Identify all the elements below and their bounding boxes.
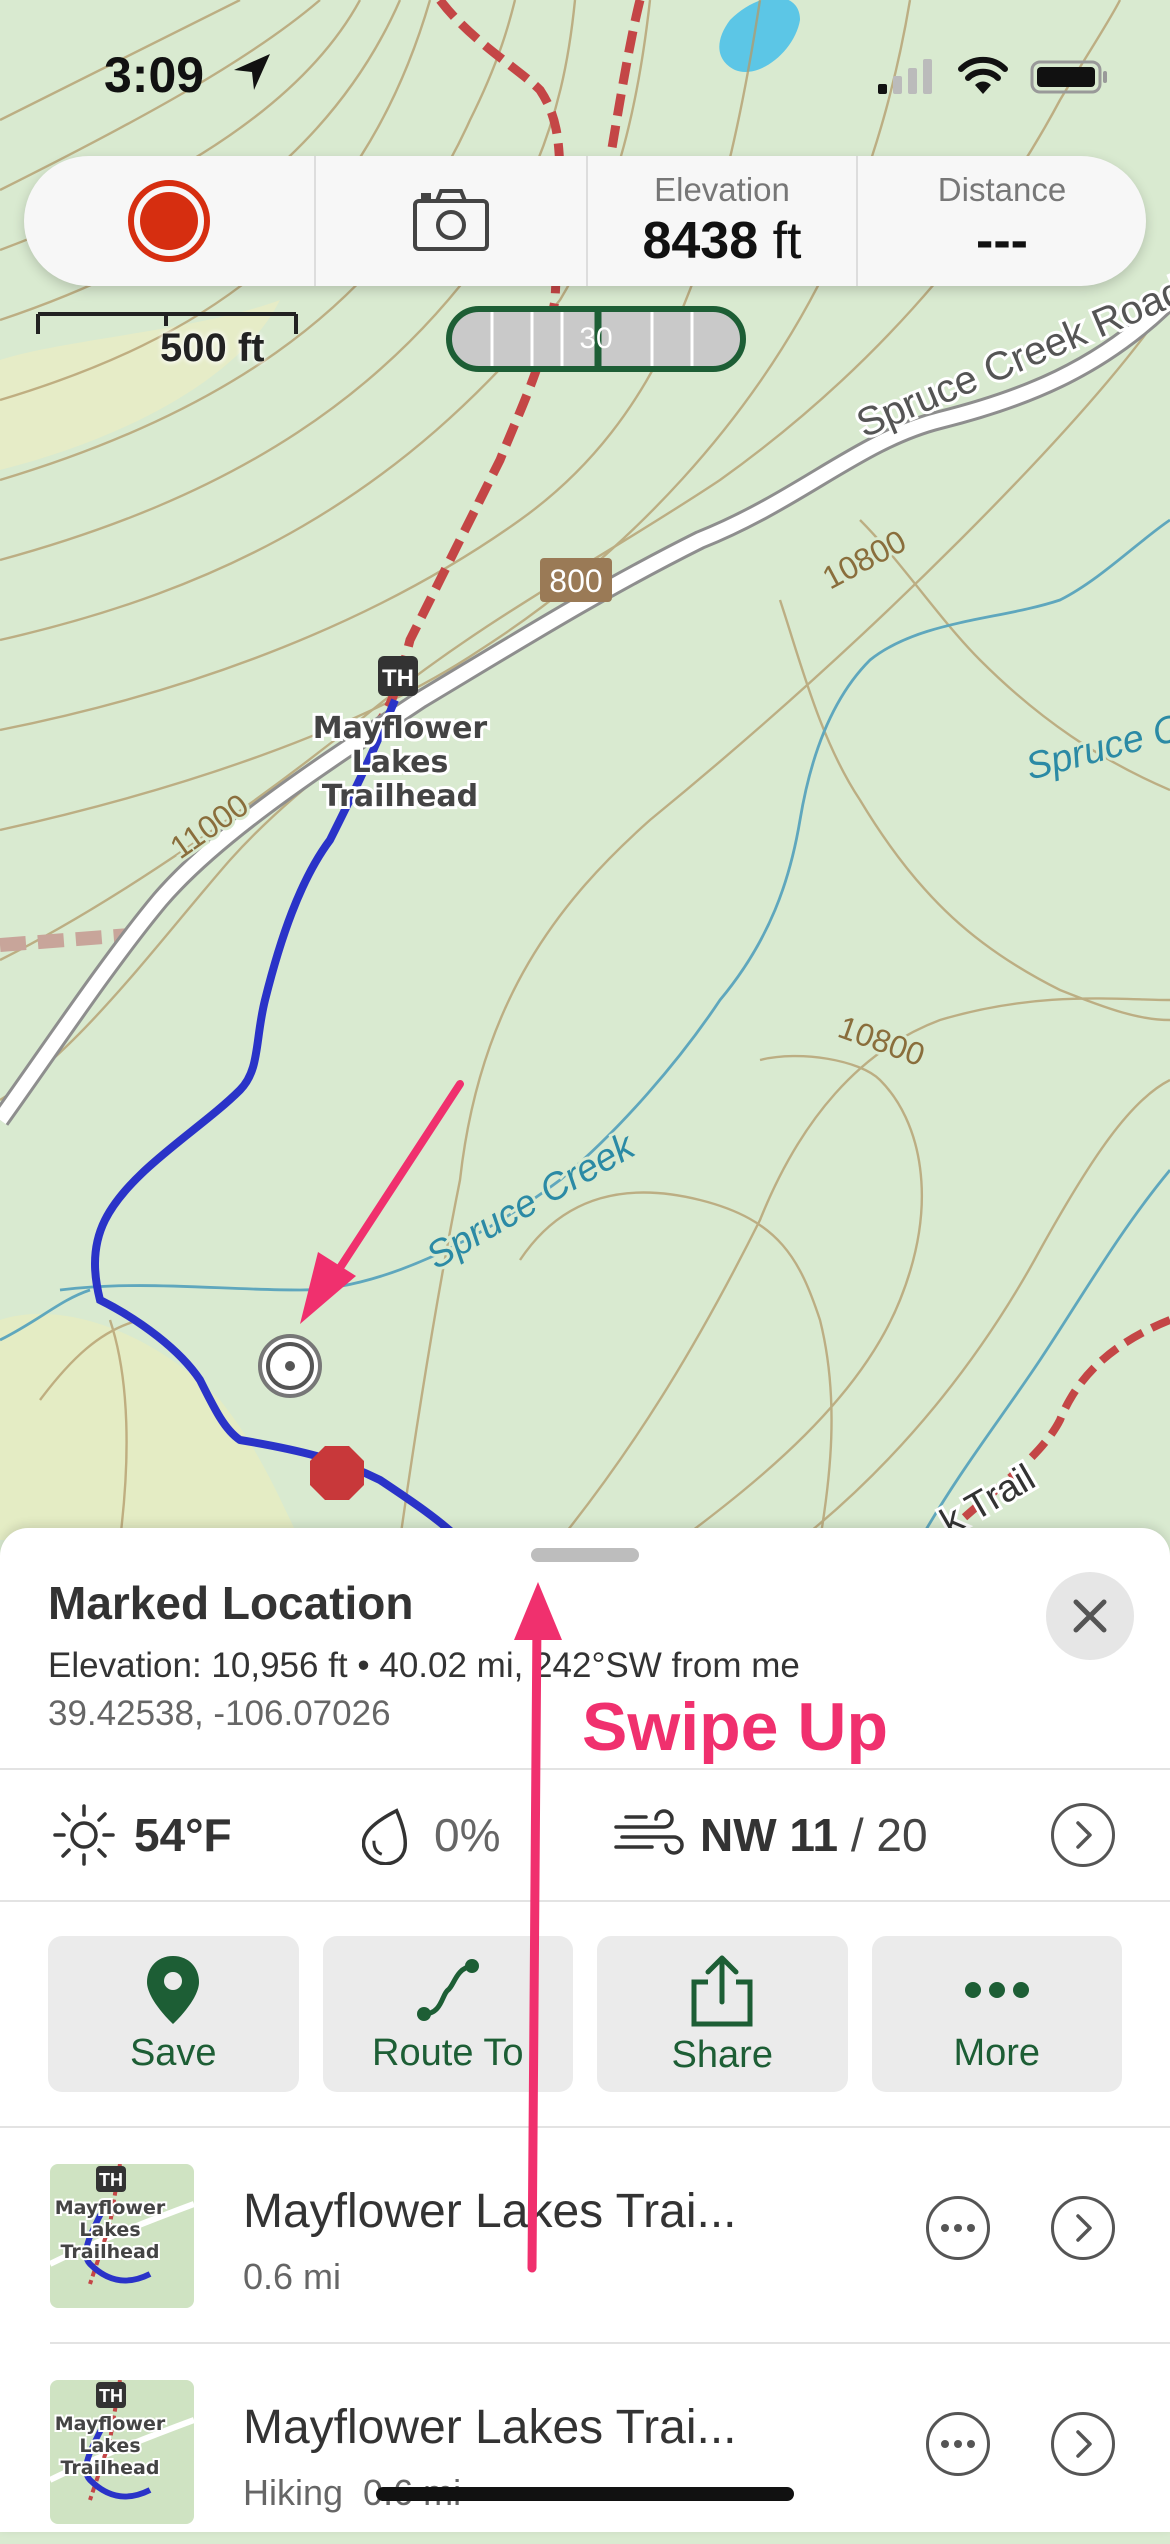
battery-icon (1030, 60, 1107, 94)
wifi-icon (958, 56, 1008, 94)
pin-icon (147, 1955, 200, 2024)
record-icon (128, 180, 210, 262)
chevron-right-icon (1076, 2214, 1092, 2242)
sheet-grabber[interactable] (531, 1548, 639, 1562)
share-icon (691, 1955, 753, 2026)
distance-label: Distance (937, 171, 1067, 208)
trailhead-name-line-2: Lakes (352, 745, 449, 780)
thumb-name-line-3: Trailhead (61, 2241, 160, 2263)
distance-value: --- (976, 212, 1028, 270)
status-bar: 3:09 (0, 0, 1170, 150)
result-subtitle: 0.6 mi (243, 2256, 342, 2297)
thumb-name-line-2: Lakes (79, 2435, 140, 2457)
thumb-name-line-1: Mayflower (55, 2413, 166, 2435)
road-number-badge: 800 (540, 558, 612, 602)
chevron-right-icon (1076, 1821, 1092, 1849)
result-title: Mayflower Lakes Trai... (243, 2185, 737, 2238)
thumb-badge: TH (99, 2170, 123, 2190)
temperature: 54°F (134, 1809, 232, 1861)
coordinates[interactable]: 39.42538, -106.07026 (48, 1694, 391, 1734)
wind-gust: / 20 (838, 1809, 928, 1861)
route-to-label: Route To (372, 2031, 524, 2074)
record-button[interactable] (24, 156, 316, 286)
more-label: More (953, 2031, 1041, 2074)
list-item[interactable]: TH Mayflower Lakes Trailhead Mayflower L… (0, 2128, 1170, 2328)
weather-row[interactable]: 54°F 0% NW 11 / 20 (0, 1770, 1170, 1900)
share-label: Share (671, 2033, 773, 2076)
trailhead-thumbnail: TH Mayflower Lakes Trailhead (50, 2164, 194, 2308)
wind-speed: NW 11 (700, 1809, 839, 1861)
elevation-value: 8438 (642, 212, 759, 270)
thumb-name-line-1: Mayflower (55, 2197, 166, 2219)
elevation-readout: Elevation 8438 ft (588, 156, 858, 286)
result-open-button[interactable] (1051, 2196, 1115, 2260)
camera-icon (413, 189, 489, 251)
elevation-unit: ft (772, 212, 802, 270)
share-button[interactable]: Share (597, 1936, 848, 2092)
camera-button[interactable] (316, 156, 588, 286)
precipitation-drop-icon (362, 1808, 407, 1865)
trailhead-name-line-1: Mayflower (313, 711, 488, 746)
result-options-button[interactable] (926, 2196, 990, 2260)
svg-text:800: 800 (549, 563, 602, 599)
wind-icon (614, 1809, 684, 1855)
map-layer-slider[interactable]: 30 (446, 306, 746, 372)
more-icon (964, 1981, 1029, 1998)
result-title: Mayflower Lakes Trai... (243, 2401, 737, 2454)
ellipsis-icon (941, 2440, 975, 2448)
route-icon (416, 1958, 479, 2021)
distance-readout: Distance --- (858, 156, 1146, 286)
scale-label: 500 ft (160, 326, 265, 370)
location-info: Elevation: 10,956 ft • 40.02 mi, 242°SW … (48, 1646, 800, 1685)
elevation-label: Elevation (654, 171, 790, 208)
swipe-up-annotation: Swipe Up (582, 1689, 889, 1765)
cellular-signal-icon (878, 59, 932, 94)
weather-detail-button[interactable] (1051, 1803, 1115, 1867)
thumb-name-line-2: Lakes (79, 2219, 140, 2241)
chevron-right-icon (1076, 2430, 1092, 2458)
sun-icon (53, 1804, 115, 1866)
ellipsis-icon (941, 2224, 975, 2232)
sheet-title: Marked Location (48, 1577, 414, 1629)
action-buttons: Save Route To Share More (48, 1936, 1122, 2092)
save-button[interactable]: Save (48, 1936, 299, 2092)
status-time: 3:09 (104, 47, 205, 103)
result-open-button[interactable] (1051, 2412, 1115, 2476)
close-button[interactable] (1046, 1572, 1134, 1660)
slider-value: 30 (579, 322, 613, 355)
thumb-badge: TH (99, 2386, 123, 2406)
close-icon (1073, 1599, 1107, 1633)
trailhead-thumbnail: TH Mayflower Lakes Trailhead (50, 2380, 194, 2524)
trail-marker-icon (310, 1446, 364, 1500)
more-button[interactable]: More (871, 1936, 1122, 2092)
home-indicator[interactable] (376, 2487, 794, 2501)
precipitation: 0% (434, 1809, 501, 1861)
list-item[interactable]: TH Mayflower Lakes Trailhead Mayflower L… (0, 2344, 1170, 2544)
location-arrow-icon (234, 54, 270, 90)
top-toolbar: Elevation 8438 ft Distance --- (24, 156, 1146, 286)
result-options-button[interactable] (926, 2412, 990, 2476)
trailhead-name-line-3: Trailhead (322, 779, 478, 814)
location-bottom-sheet[interactable]: Marked Location Elevation: 10,956 ft • 4… (0, 1528, 1170, 2532)
svg-text:TH: TH (382, 665, 414, 692)
thumb-name-line-3: Trailhead (61, 2457, 160, 2479)
save-label: Save (129, 2031, 217, 2074)
marked-location-icon[interactable] (258, 1334, 322, 1398)
divider (0, 1900, 1170, 1902)
route-to-button[interactable]: Route To (322, 1936, 573, 2092)
